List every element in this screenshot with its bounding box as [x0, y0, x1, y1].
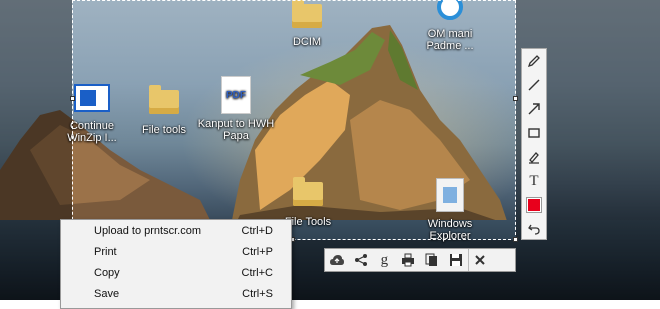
line-tool-button[interactable]	[522, 73, 546, 97]
menu-item-upload[interactable]: Upload to prntscr.com Ctrl+D	[61, 220, 291, 241]
color-picker-button[interactable]	[522, 193, 546, 217]
rectangle-icon	[528, 128, 540, 138]
save-button[interactable]	[444, 249, 468, 271]
pen-icon	[527, 55, 540, 68]
printer-icon	[402, 253, 415, 267]
capture-selection[interactable]	[70, 0, 518, 242]
highlighter-tool-button[interactable]	[522, 145, 546, 169]
menu-item-copy[interactable]: Copy Ctrl+C	[61, 262, 291, 283]
menu-item-label: Save	[94, 287, 120, 300]
context-menu: Upload to prntscr.com Ctrl+D Print Ctrl+…	[60, 219, 292, 309]
text-icon: T	[529, 172, 539, 189]
resize-handle-right[interactable]	[513, 96, 518, 101]
copy-button[interactable]	[420, 249, 444, 271]
capture-action-bar: g	[324, 248, 516, 272]
arrow-tool-button[interactable]	[522, 97, 546, 121]
menu-item-save[interactable]: Save Ctrl+S	[61, 283, 291, 304]
share-button[interactable]	[349, 249, 373, 271]
close-icon	[475, 255, 486, 265]
resize-handle-left[interactable]	[70, 96, 75, 101]
menu-item-shortcut: Ctrl+D	[241, 224, 273, 237]
close-button[interactable]	[467, 249, 493, 271]
google-search-button[interactable]: g	[373, 249, 397, 271]
marker-tool-button[interactable]	[522, 49, 546, 73]
menu-item-label: Print	[94, 245, 117, 258]
google-icon: g	[380, 251, 389, 268]
menu-item-shortcut: Ctrl+C	[241, 266, 273, 279]
menu-item-shortcut: Ctrl+S	[242, 287, 273, 300]
rectangle-tool-button[interactable]	[522, 121, 546, 145]
menu-item-shortcut: Ctrl+P	[242, 245, 273, 258]
highlighter-icon	[529, 152, 539, 164]
copy-icon	[425, 253, 437, 266]
share-icon	[354, 254, 367, 266]
menu-item-label: Copy	[94, 266, 120, 279]
color-swatch	[527, 198, 541, 212]
menu-item-label: Upload to prntscr.com	[94, 224, 201, 237]
print-button[interactable]	[396, 249, 420, 271]
text-tool-button[interactable]: T	[522, 169, 546, 193]
floppy-save-icon	[449, 254, 462, 266]
undo-button[interactable]	[522, 217, 546, 241]
cloud-upload-icon	[329, 255, 344, 265]
arrow-icon	[528, 103, 540, 115]
undo-icon	[528, 224, 540, 235]
upload-button[interactable]	[325, 249, 349, 271]
resize-handle-bottom-right[interactable]	[513, 237, 518, 242]
line-icon	[528, 79, 540, 91]
menu-item-print[interactable]: Print Ctrl+P	[61, 241, 291, 262]
drawing-tool-palette: T	[521, 48, 547, 240]
